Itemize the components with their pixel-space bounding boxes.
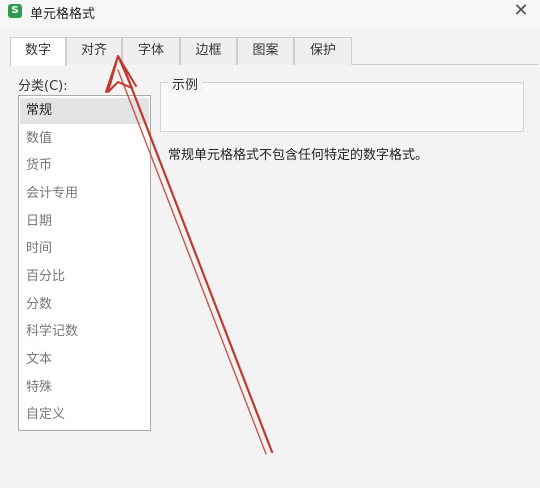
title-bar: S 单元格格式 ✕	[0, 0, 540, 28]
category-label: 分类(C):	[18, 79, 68, 94]
dialog-title: 单元格格式	[30, 7, 96, 22]
category-item-text[interactable]: 文本	[20, 347, 149, 373]
tab-pattern[interactable]: 图案	[237, 37, 294, 65]
sample-label: 示例	[168, 74, 203, 93]
category-item-scientific[interactable]: 科学记数	[20, 319, 149, 345]
tab-border[interactable]: 边框	[180, 37, 237, 65]
sample-box	[160, 82, 524, 132]
tab-protection[interactable]: 保护	[294, 37, 352, 65]
category-item-number[interactable]: 数值	[20, 126, 149, 152]
category-item-special[interactable]: 特殊	[20, 375, 149, 401]
tab-alignment[interactable]: 对齐	[66, 37, 122, 65]
category-list[interactable]: 常规 数值 货币 会计专用 日期 时间 百分比 分数 科学记数 文本 特殊 自定…	[18, 95, 151, 431]
close-icon[interactable]: ✕	[510, 0, 532, 22]
category-item-date[interactable]: 日期	[20, 209, 149, 235]
category-item-accounting[interactable]: 会计专用	[20, 181, 149, 207]
wps-spreadsheet-icon: S	[8, 4, 22, 18]
category-item-currency[interactable]: 货币	[20, 153, 149, 179]
format-cells-dialog: S 单元格格式 ✕ 数字 对齐 字体 边框 图案 保护 分类(C): 常规 数值…	[0, 0, 540, 488]
tab-font[interactable]: 字体	[122, 37, 180, 65]
format-description: 常规单元格格式不包含任何特定的数字格式。	[168, 148, 429, 163]
category-item-percentage[interactable]: 百分比	[20, 264, 149, 290]
category-item-time[interactable]: 时间	[20, 236, 149, 262]
category-item-fraction[interactable]: 分数	[20, 292, 149, 318]
category-item-custom[interactable]: 自定义	[20, 402, 149, 428]
category-item-general[interactable]: 常规	[20, 98, 149, 124]
tab-number[interactable]: 数字	[10, 37, 66, 66]
